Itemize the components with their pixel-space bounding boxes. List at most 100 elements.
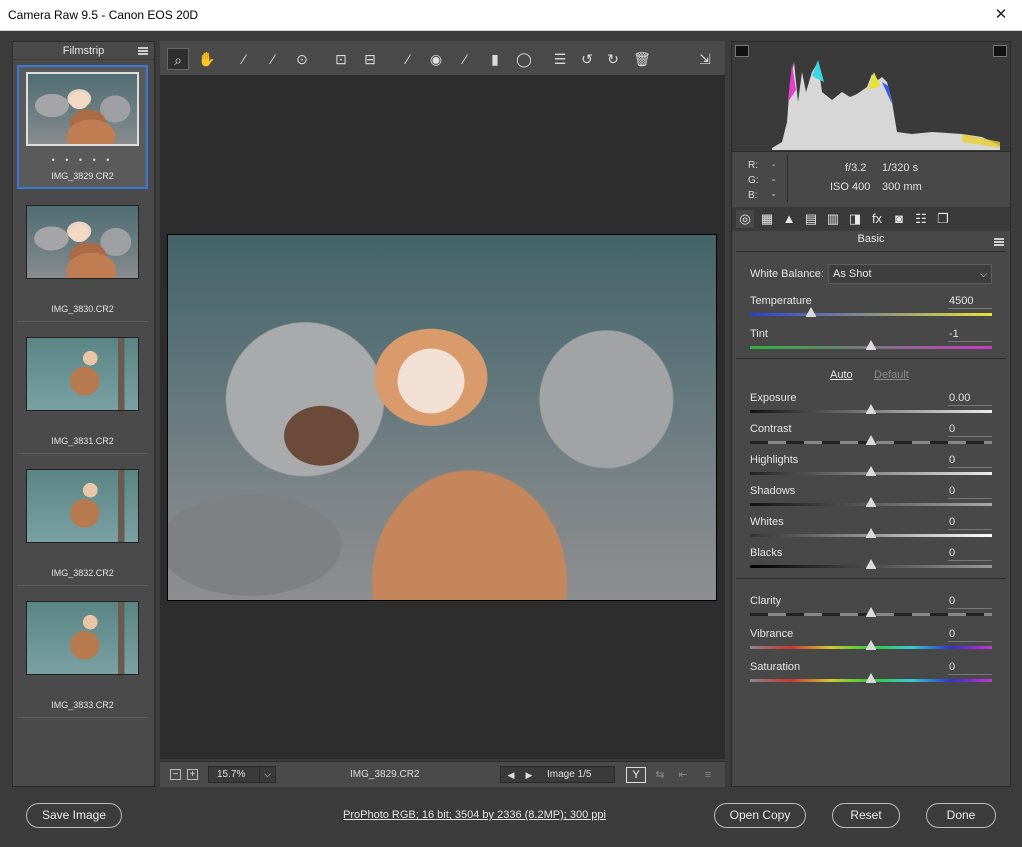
- blacks-label: Blacks: [750, 547, 783, 559]
- basic-icon[interactable]: ◎: [736, 210, 754, 228]
- thumbnail-filename: IMG_3832.CR2: [51, 568, 114, 578]
- zoom-icon[interactable]: ⌕: [167, 48, 189, 70]
- temperature-slider-thumb[interactable]: [805, 307, 816, 317]
- copy-settings-icon[interactable]: ⇤: [673, 767, 693, 783]
- adjustments-panel: R:--- G:--- B:--- f/3.2 1/320 s ISO 400 …: [731, 41, 1011, 787]
- vibrance-slider-thumb[interactable]: [866, 640, 876, 650]
- target-adjustment-icon[interactable]: ⊙: [291, 48, 313, 70]
- rotate-right-icon[interactable]: ↻: [602, 48, 624, 70]
- radial-filter-icon[interactable]: ◯: [513, 48, 535, 70]
- adjustment-brush-icon[interactable]: ⁄: [454, 48, 476, 70]
- split-toning-icon[interactable]: ▥: [824, 210, 842, 228]
- rating-dots[interactable]: • • • • •: [19, 155, 146, 165]
- contrast-value-field[interactable]: 0: [948, 423, 992, 437]
- exposure-slider-thumb[interactable]: [866, 404, 876, 414]
- filmstrip-item[interactable]: IMG_3831.CR2: [17, 330, 148, 454]
- tint-label: Tint: [750, 328, 768, 340]
- done-button[interactable]: Done: [926, 803, 996, 828]
- camera-raw-dialog: Filmstrip • • • • • IMG_3829.CR2 IMG_383…: [0, 31, 1022, 847]
- tint-slider-thumb[interactable]: [866, 340, 876, 350]
- shadows-slider-thumb[interactable]: [866, 497, 876, 507]
- divider: [736, 578, 1006, 579]
- color-sampler-icon[interactable]: ⁄: [262, 48, 284, 70]
- rotate-left-icon[interactable]: ↺: [576, 48, 598, 70]
- temperature-slider-track[interactable]: [750, 313, 992, 316]
- reset-button[interactable]: Reset: [832, 803, 900, 828]
- dialog-footer: Save Image ProPhoto RGB; 16 bit; 3504 by…: [0, 787, 1022, 847]
- open-copy-button[interactable]: Open Copy: [714, 803, 806, 828]
- zoom-level-select[interactable]: 15.7% ⌵: [208, 766, 276, 783]
- saturation-slider-thumb[interactable]: [866, 673, 876, 683]
- blacks-value-field[interactable]: 0: [948, 547, 992, 561]
- hsl-icon[interactable]: ▤: [802, 210, 820, 228]
- filmstrip-item[interactable]: IMG_3830.CR2: [17, 198, 148, 322]
- save-image-button[interactable]: Save Image: [26, 803, 122, 828]
- r-label: R:: [748, 160, 758, 171]
- zoom-out-button[interactable]: −: [170, 769, 181, 780]
- panel-menu-icon[interactable]: [994, 238, 1004, 246]
- lens-corrections-icon[interactable]: ◨: [846, 210, 864, 228]
- preview-image[interactable]: [167, 234, 717, 601]
- iso-value: ISO 400: [830, 181, 871, 193]
- presets-icon[interactable]: ☷: [912, 210, 930, 228]
- panel-title: Basic: [857, 233, 885, 245]
- chevron-down-icon[interactable]: ⌵: [980, 265, 987, 283]
- fullscreen-icon[interactable]: ⇲: [694, 48, 716, 70]
- crop-icon[interactable]: ⊡: [330, 48, 352, 70]
- vibrance-value-field[interactable]: 0: [948, 628, 992, 642]
- filmstrip-item[interactable]: IMG_3832.CR2: [17, 462, 148, 586]
- exif-info: f/3.2 1/320 s ISO 400 300 mm: [787, 154, 1010, 202]
- straighten-icon[interactable]: ⊟: [359, 48, 381, 70]
- trash-icon[interactable]: 🗑: [631, 48, 653, 70]
- white-balance-select[interactable]: As Shot ⌵: [828, 264, 992, 284]
- blacks-slider-thumb[interactable]: [866, 559, 876, 569]
- contrast-slider-thumb[interactable]: [866, 435, 876, 445]
- thumbnail-filename: IMG_3830.CR2: [51, 304, 114, 314]
- white-balance-icon[interactable]: ⁄: [233, 48, 255, 70]
- tone-curve-icon[interactable]: ▦: [758, 210, 776, 228]
- clarity-value-field[interactable]: 0: [948, 595, 992, 609]
- next-image-button[interactable]: ▶: [523, 768, 535, 782]
- graduated-filter-icon[interactable]: ▮: [484, 48, 506, 70]
- auto-link[interactable]: Auto: [830, 369, 853, 381]
- thumbnail-filename: IMG_3833.CR2: [51, 700, 114, 710]
- swap-settings-icon[interactable]: ⇆: [650, 767, 670, 783]
- temperature-value-field[interactable]: 4500: [948, 295, 992, 309]
- zoom-in-button[interactable]: +: [187, 769, 198, 780]
- exposure-value-field[interactable]: 0.00: [948, 392, 992, 406]
- thumbnail-filename: IMG_3829.CR2: [51, 171, 114, 181]
- focal-length-value: 300 mm: [882, 181, 922, 193]
- rgb-readout: R:--- G:--- B:---: [748, 158, 775, 231]
- workflow-options-link[interactable]: ProPhoto RGB; 16 bit; 3504 by 2336 (8.2M…: [343, 809, 606, 821]
- shadows-value-field[interactable]: 0: [948, 485, 992, 499]
- detail-icon[interactable]: ▲: [780, 210, 798, 228]
- tint-value-field[interactable]: -1: [948, 328, 992, 342]
- whites-value-field[interactable]: 0: [948, 516, 992, 530]
- filmstrip-menu-icon[interactable]: [138, 47, 148, 55]
- clarity-slider-thumb[interactable]: [866, 607, 876, 617]
- presets-list-icon[interactable]: ☰: [549, 48, 571, 70]
- camera-calibration-icon[interactable]: ◙: [890, 210, 908, 228]
- exposure-label: Exposure: [750, 392, 797, 404]
- red-eye-icon[interactable]: ◉: [425, 48, 447, 70]
- chevron-down-icon[interactable]: ⌵: [259, 767, 275, 782]
- hand-icon[interactable]: ✋: [196, 48, 218, 70]
- highlights-slider-thumb[interactable]: [866, 466, 876, 476]
- filmstrip-item[interactable]: IMG_3833.CR2: [17, 594, 148, 718]
- before-after-toggle-button[interactable]: Y: [626, 767, 646, 783]
- effects-icon[interactable]: fx: [868, 210, 886, 228]
- whites-slider-thumb[interactable]: [866, 528, 876, 538]
- previous-image-button[interactable]: ◀: [505, 768, 517, 782]
- close-icon[interactable]: ✕: [986, 0, 1016, 30]
- snapshots-icon[interactable]: ❐: [934, 210, 952, 228]
- default-link[interactable]: Default: [874, 369, 909, 381]
- filmstrip-title: Filmstrip: [62, 45, 105, 57]
- preview-canvas[interactable]: [160, 76, 725, 759]
- white-balance-label: White Balance:: [750, 268, 824, 280]
- filmstrip-panel: Filmstrip • • • • • IMG_3829.CR2 IMG_383…: [12, 41, 155, 787]
- highlights-value-field[interactable]: 0: [948, 454, 992, 468]
- filmstrip-item[interactable]: • • • • • IMG_3829.CR2: [17, 65, 148, 189]
- saturation-value-field[interactable]: 0: [948, 661, 992, 675]
- preview-preferences-icon[interactable]: ≡: [698, 767, 718, 783]
- spot-removal-icon[interactable]: ⁄: [397, 48, 419, 70]
